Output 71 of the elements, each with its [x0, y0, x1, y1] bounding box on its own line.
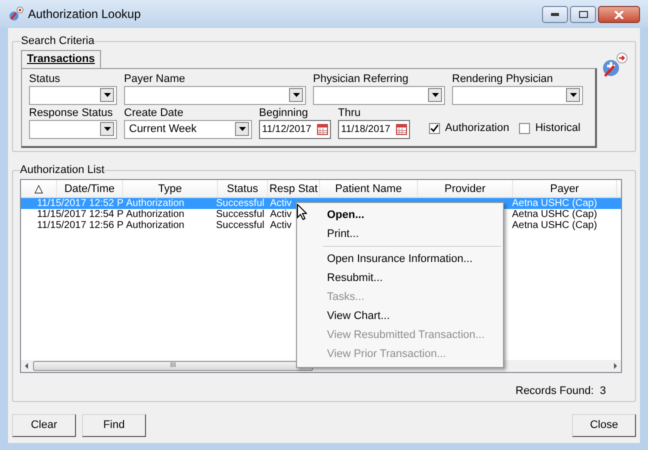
field-label: Status [29, 72, 62, 86]
action-button[interactable]: Close [572, 414, 636, 437]
window-title: Authorization Lookup [28, 6, 141, 23]
table-cell-text: Activ [270, 220, 293, 230]
dropdown-field[interactable] [124, 86, 306, 104]
column-header[interactable]: Patient Name [320, 180, 418, 196]
table-cell-text: Successful [215, 220, 266, 230]
close-icon [614, 10, 624, 18]
column-header[interactable]: Payer [513, 180, 617, 196]
table-cell: 11/15/2017 12:56 P [37, 220, 125, 230]
table-cell-text: Successful [215, 198, 266, 208]
maximize-button[interactable] [570, 6, 596, 23]
dropdown-field[interactable] [313, 86, 445, 104]
table-cell-text: Activ [270, 198, 293, 208]
menu-item[interactable]: View Chart... [297, 307, 503, 326]
field-label: Rendering Physician [452, 72, 554, 86]
column-header[interactable]: △ [21, 180, 57, 196]
field-label: Create Date [124, 106, 184, 120]
table-cell-text: Activ [270, 208, 293, 220]
dropdown-arrow-icon [292, 93, 300, 97]
checkbox[interactable] [429, 122, 440, 134]
dropdown-field[interactable] [29, 86, 117, 104]
dropdown-arrow-icon [432, 93, 438, 97]
date-field[interactable]: 11/18/2017 [338, 120, 410, 138]
dropdown-field[interactable] [452, 86, 583, 104]
column-header[interactable]: Type [123, 180, 218, 196]
table-cell-text: Successful [215, 208, 266, 220]
tab[interactable]: Transactions [21, 50, 101, 68]
checkbox-label: Historical [535, 121, 580, 136]
menu-item[interactable]: Open Insurance Information... [297, 250, 503, 269]
table-cell-text: Aetna USHC (Cap) [512, 220, 598, 230]
close-window-button[interactable] [598, 6, 640, 23]
dropdown-arrow-icon [238, 127, 246, 131]
field-label: Beginning [259, 106, 309, 120]
checkbox[interactable] [519, 122, 530, 134]
app-icon [8, 6, 24, 22]
dropdown-field[interactable]: Current Week [124, 120, 252, 138]
field-label: Thru [338, 106, 362, 120]
minimize-icon [551, 13, 559, 16]
date-field[interactable]: 11/12/2017 [259, 120, 331, 138]
field-label: Physician Referring [313, 72, 410, 86]
table-cell-text: Authorization [125, 198, 186, 208]
group-title: Authorization List [20, 163, 104, 178]
table-cell-text: Authorization [125, 208, 186, 220]
action-button[interactable]: Clear [12, 414, 76, 437]
table-cell-text: Authorization [125, 220, 186, 230]
column-header[interactable]: Provider [418, 180, 513, 196]
menu-item[interactable]: Print... [297, 225, 503, 244]
records-found: Records Found: 3 [516, 384, 606, 398]
dropdown-field[interactable] [29, 120, 117, 138]
checkbox-label: Authorization [445, 121, 510, 136]
field-label: Response Status [29, 106, 114, 120]
restore-icon [578, 11, 588, 18]
menu-item[interactable]: Resubmit... [297, 269, 503, 288]
dropdown-arrow-icon [570, 93, 576, 97]
column-header[interactable]: Resp Stat [268, 180, 320, 196]
column-header[interactable]: Date/Time [57, 180, 123, 196]
group-title: Search Criteria [21, 34, 94, 49]
field-label: Payer Name [124, 72, 186, 86]
calendar-icon[interactable] [396, 124, 407, 134]
table-cell-text: Aetna USHC (Cap) [512, 208, 598, 220]
table-cell: 11/15/2017 12:52 P [37, 198, 125, 208]
minimize-button[interactable] [542, 6, 568, 23]
calendar-icon[interactable] [317, 124, 328, 134]
lookup-icon[interactable] [601, 52, 629, 78]
column-header[interactable]: Status [218, 180, 268, 196]
action-button[interactable]: Find [82, 414, 146, 437]
table-cell: 11/15/2017 12:54 P [37, 208, 125, 220]
dropdown-arrow-icon [104, 93, 110, 97]
dropdown-arrow-icon [104, 127, 110, 131]
table-cell-text: Aetna USHC (Cap) [512, 198, 598, 208]
